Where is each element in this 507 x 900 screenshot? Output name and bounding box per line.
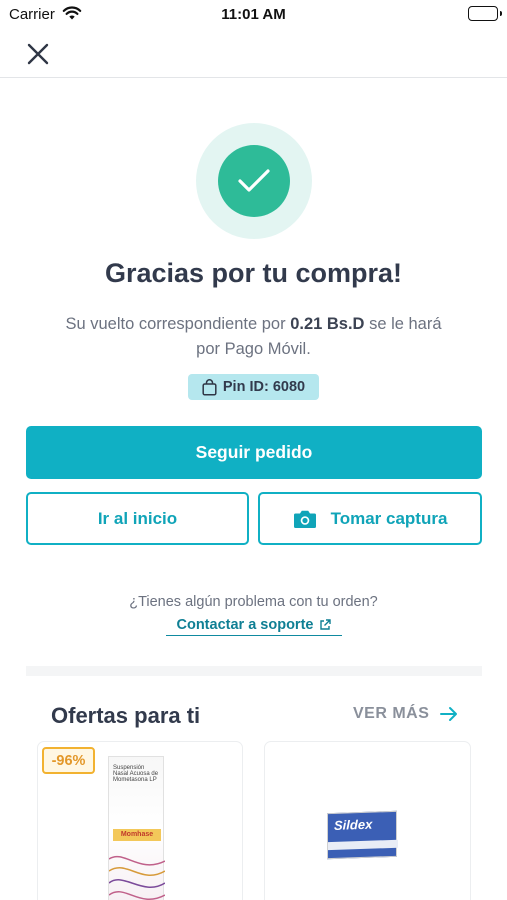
take-screenshot-label: Tomar captura: [330, 508, 448, 528]
arrow-right-icon: [440, 707, 458, 721]
take-screenshot-button[interactable]: Tomar captura: [258, 492, 482, 545]
product-box-text: Suspensión Nasal Acuosa de Mometasona LP: [113, 765, 159, 783]
discount-badge: -96%: [42, 747, 95, 774]
close-button[interactable]: [22, 38, 54, 70]
see-more-label: VER MÁS: [353, 705, 430, 722]
track-order-button[interactable]: Seguir pedido: [26, 426, 482, 479]
product-card[interactable]: Sildex: [264, 741, 471, 900]
change-amount: 0.21 Bs.D: [290, 315, 365, 333]
product-box-brand: Momhase: [113, 829, 161, 841]
contact-support-label: Contactar a soporte: [176, 616, 314, 633]
offers-title: Ofertas para ti: [51, 703, 201, 728]
clock: 11:01 AM: [221, 6, 286, 23]
external-link-icon: [320, 618, 332, 630]
check-icon: [238, 169, 270, 192]
success-halo: [196, 123, 312, 239]
see-more-link[interactable]: VER MÁS: [353, 705, 459, 723]
status-bar: Carrier 11:01 AM: [0, 0, 507, 30]
product-box-band: [328, 839, 398, 851]
page-title: Gracias por tu compra!: [104, 258, 403, 288]
product-box-pattern: [109, 855, 165, 900]
success-circle: [218, 145, 290, 217]
product-image: Suspensión Nasal Acuosa de Mometasona LP…: [108, 756, 165, 900]
camera-icon: [293, 510, 316, 528]
support-question: ¿Tienes algún problema con tu orden?: [129, 594, 378, 610]
section-divider: [26, 666, 482, 676]
product-box-brand: Sildex: [334, 816, 373, 833]
change-message: Su vuelto correspondiente por 0.21 Bs.D …: [60, 312, 447, 362]
battery-icon: [468, 6, 502, 21]
pin-id-label: Pin ID: 6080: [222, 379, 306, 395]
contact-support-link[interactable]: Contactar a soporte: [166, 614, 342, 636]
go-home-button[interactable]: Ir al inicio: [26, 492, 249, 545]
go-home-label: Ir al inicio: [97, 508, 178, 528]
shopping-bag-icon: [202, 378, 217, 396]
close-icon: [27, 43, 49, 65]
change-message-prefix: Su vuelto correspondiente por: [65, 315, 291, 333]
header: [0, 30, 507, 78]
pin-id-badge: Pin ID: 6080: [188, 374, 319, 400]
product-card[interactable]: Suspensión Nasal Acuosa de Mometasona LP…: [37, 741, 243, 900]
product-image: Sildex: [327, 810, 398, 860]
